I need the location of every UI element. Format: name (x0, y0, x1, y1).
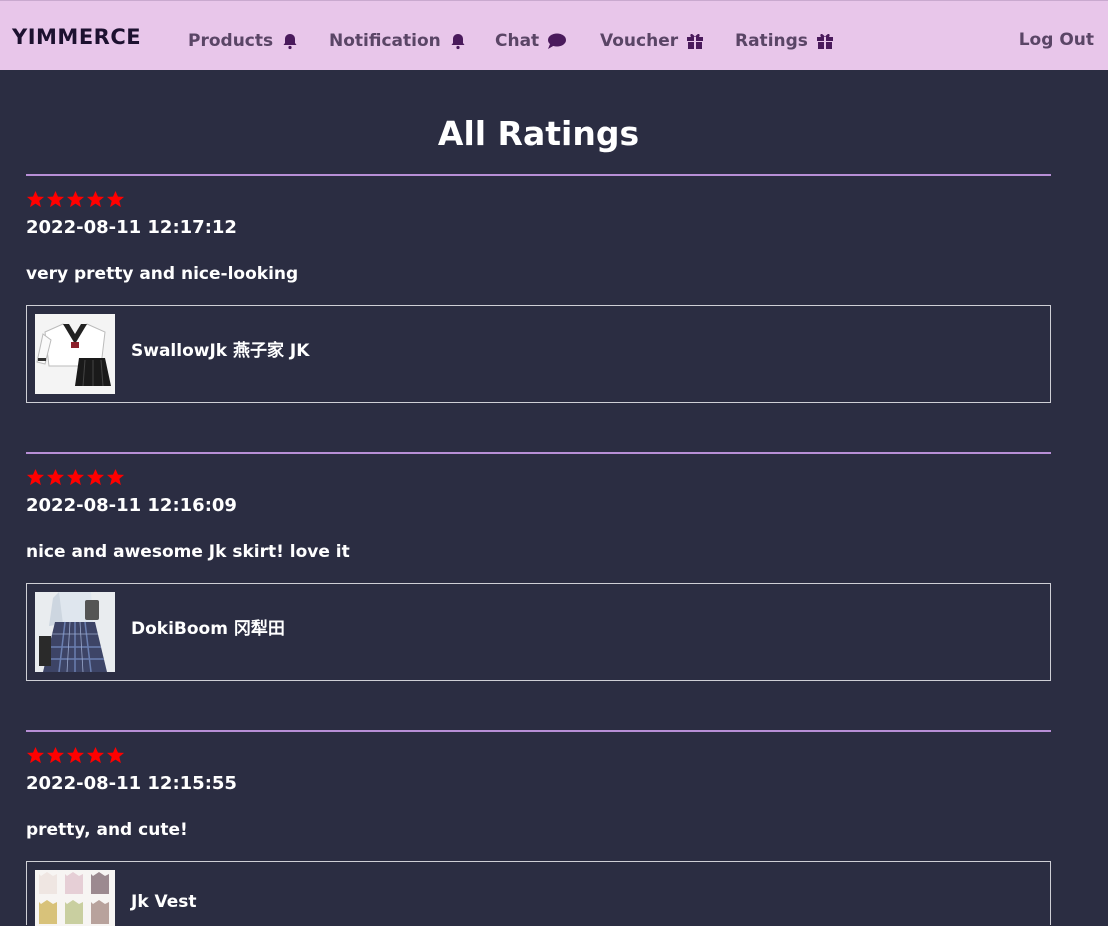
star-icon (26, 746, 45, 764)
product-card[interactable]: Jk Vest (26, 861, 1051, 926)
logout-button[interactable]: Log Out (1019, 30, 1094, 50)
star-rating (26, 746, 125, 765)
star-icon (106, 468, 125, 486)
nav-products-label: Products (188, 31, 274, 51)
rating-entry: 2022-08-11 12:16:09 nice and awesome Jk … (26, 452, 1051, 681)
brand-logo[interactable]: YIMMERCE (12, 25, 141, 49)
bell-icon (281, 32, 299, 50)
star-icon (26, 190, 45, 208)
star-icon (86, 468, 105, 486)
chat-bubble-icon (547, 32, 567, 50)
product-name: SwallowJk 燕子家 JK (131, 341, 310, 361)
rating-comment: nice and awesome Jk skirt! love it (26, 542, 350, 562)
star-icon (26, 468, 45, 486)
rating-divider (26, 730, 1051, 732)
nav-ratings[interactable]: Ratings (735, 31, 834, 51)
rating-timestamp: 2022-08-11 12:16:09 (26, 495, 237, 516)
nav-chat[interactable]: Chat (495, 31, 567, 51)
star-icon (66, 746, 85, 764)
gift-icon (686, 32, 704, 50)
nav-notification-label: Notification (329, 31, 441, 51)
star-icon (86, 190, 105, 208)
product-name: Jk Vest (131, 892, 197, 912)
star-icon (66, 468, 85, 486)
rating-divider (26, 452, 1051, 454)
rating-timestamp: 2022-08-11 12:15:55 (26, 773, 237, 794)
product-image (35, 592, 115, 672)
star-rating (26, 468, 125, 487)
rating-entry: 2022-08-11 12:17:12 very pretty and nice… (26, 174, 1051, 403)
gift-icon (816, 32, 834, 50)
nav-notification[interactable]: Notification (329, 31, 467, 51)
star-icon (46, 746, 65, 764)
nav-products[interactable]: Products (188, 31, 299, 51)
nav-ratings-label: Ratings (735, 31, 808, 51)
nav-voucher-label: Voucher (600, 31, 679, 51)
product-name: DokiBoom 冈犁田 (131, 619, 285, 639)
product-image (35, 314, 115, 394)
rating-comment: very pretty and nice-looking (26, 264, 299, 284)
rating-timestamp: 2022-08-11 12:17:12 (26, 217, 237, 238)
rating-divider (26, 174, 1051, 176)
product-card[interactable]: DokiBoom 冈犁田 (26, 583, 1051, 681)
nav-chat-label: Chat (495, 31, 540, 51)
product-card[interactable]: SwallowJk 燕子家 JK (26, 305, 1051, 403)
star-icon (106, 746, 125, 764)
rating-comment: pretty, and cute! (26, 820, 188, 840)
star-icon (66, 190, 85, 208)
nav-voucher[interactable]: Voucher (600, 31, 704, 51)
top-navbar: YIMMERCE Products Notification Chat Vouc… (0, 0, 1108, 70)
star-icon (86, 746, 105, 764)
star-icon (46, 190, 65, 208)
page-title: All Ratings (437, 114, 640, 153)
bell-icon (449, 32, 467, 50)
rating-entry: 2022-08-11 12:15:55 pretty, and cute! Jk… (26, 730, 1051, 926)
product-image (35, 870, 115, 926)
star-icon (46, 468, 65, 486)
star-rating (26, 190, 125, 209)
star-icon (106, 190, 125, 208)
